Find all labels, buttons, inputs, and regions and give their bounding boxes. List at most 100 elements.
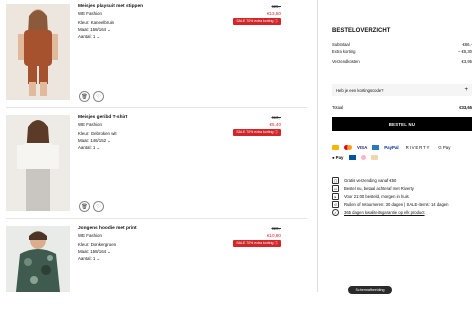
applepay-icon: Pay [335,155,344,160]
total-value: €33,65 [459,105,472,110]
sale-badge: SALE 70% extra korting ⓘ [233,129,281,136]
info-icon: ⓘ [274,241,279,245]
chevron-down-icon: ⌄ [96,256,101,261]
chevron-down-icon: ⌄ [107,138,111,143]
sale-badge: SALE 70% extra korting ⓘ [233,18,281,25]
usp-text: Ruilen of retourneren: 30 dagen | SALE-i… [344,202,449,207]
usp-text: Gratis verzending vanaf €50 [344,178,397,183]
item-name[interactable]: Jongens hoodie met print [78,226,137,231]
column-divider [317,0,318,292]
card-icon: ▭ [332,185,339,192]
heart-icon: ♡ [96,93,101,100]
item-brand: WE Fashion [78,11,102,16]
usp-item: ▭ Bestel nu, betaal achteraf met Riverty [332,185,414,192]
coupon-label: Heb je een kortingscode? [336,87,384,93]
old-price: €20,- [271,226,281,231]
item-prices: €10,- €5,40 [221,115,282,127]
bancontact-icon [349,155,357,160]
truck-icon: ▸ [332,193,339,200]
info-icon: ⓘ [274,130,279,134]
sale-price: €10,80 [266,233,281,238]
plus-icon: + [464,87,468,93]
item-divider [6,218,307,219]
cart-item: Meisjes playsuit met stippen WE Fashion … [0,4,317,112]
usp-item: ↺ Ruilen of retourneren: 30 dagen | SALE-… [332,201,448,208]
order-now-button[interactable]: BESTEL NU [332,117,472,131]
item-brand: WE Fashion [78,122,102,127]
riverty-icon: RIVERTY [405,145,431,150]
info-icon: ⓘ [274,19,279,23]
cart-item: Jongens hoodie met print WE Fashion Kleu… [0,226,317,334]
old-price: €25,- [271,4,281,9]
quantity-select[interactable]: Aantal: 1⌄ [78,34,100,40]
cart-items: Meisjes playsuit met stippen WE Fashion … [0,0,317,292]
mastercard-icon [344,145,352,150]
apple-icon: ● [332,155,335,160]
usp-link[interactable]: 365 dagen kwaliteitsgarantie op elk prod… [344,210,425,215]
klarna-icon [361,155,367,160]
item-brand: WE Fashion [78,233,102,238]
delete-button[interactable]: 🗑 [79,91,90,102]
item-name[interactable]: Meisjes playsuit met stippen [78,4,143,9]
size-select[interactable]: Maat: 158/164⌄ [78,249,111,255]
sale-badge-label: SALE 70% extra korting [236,19,274,23]
product-image[interactable] [6,4,70,100]
item-color: Kleur: Gebroken wit [78,131,117,136]
shipping-row: Verzendkosten €3,95 [332,59,472,64]
usp-text: Bestel nu, betaal achteraf met Riverty [344,186,414,191]
chevron-down-icon: ⌄ [96,34,101,39]
product-image[interactable] [6,226,70,292]
gpay-icon: G Pay [438,145,451,150]
usp-text: Voor 21:00 besteld, morgen in huis [344,194,409,199]
sale-badge-label: SALE 70% extra korting [236,241,274,245]
heart-icon: ♡ [96,203,101,210]
quantity-label: Aantal: 1 [78,256,96,261]
quantity-select[interactable]: Aantal: 1⌄ [78,256,100,262]
payment-methods: VISA PayPal RIVERTY G Pay [332,145,450,150]
sale-price: €5,40 [269,122,282,127]
old-price: €10,- [271,115,281,120]
subtotal-value: €66,- [462,42,472,47]
chevron-down-icon: ⌄ [107,249,111,254]
trash-icon: 🗑 [81,93,88,100]
subtotal-label: Subtotaal [332,42,350,47]
usp-item[interactable]: ✓ 365 dagen kwaliteitsgarantie op elk pro… [332,209,425,216]
total-row: Totaal €33,65 [332,105,472,110]
quantity-label: Aantal: 1 [78,145,96,150]
summary-title: BESTELOVERZICHT [332,28,391,34]
discount-value: – €5,30 [458,49,472,54]
usp-item: ▢ Gratis verzending vanaf €50 [332,177,396,184]
item-name[interactable]: Meisjes geribd T-shirt [78,115,127,120]
product-image[interactable] [6,115,70,211]
item-prices: €25,- €13,50 [221,4,281,16]
cart-item: Meisjes geribd T-shirt WE Fashion Kleur:… [0,115,317,223]
delete-button[interactable]: 🗑 [79,201,90,212]
size-label: Maat: 158/164 [78,27,107,32]
check-icon: ✓ [332,209,339,216]
giftcard-icon [371,155,379,160]
size-select[interactable]: Maat: 158/164⌄ [78,27,111,33]
subtotal-row: Subtotaal €66,- [332,42,472,47]
shipping-label: Verzendkosten [332,59,360,64]
item-divider [6,107,307,108]
wishlist-button[interactable]: ♡ [93,201,104,212]
size-select[interactable]: Maat: 146/152⌄ [78,138,111,144]
size-label: Maat: 158/164 [78,249,107,254]
wishlist-button[interactable]: ♡ [93,91,104,102]
usp-item: ▸ Voor 21:00 besteld, morgen in huis [332,193,409,200]
payment-methods-secondary: ● Pay [332,155,379,160]
order-summary: BESTELOVERZICHT Subtotaal €66,- Extra ko… [332,0,472,292]
item-prices: €20,- €10,80 [221,226,281,238]
size-label: Maat: 146/152 [78,138,107,143]
coupon-toggle[interactable]: Heb je een kortingscode? + [332,84,472,96]
paypal-icon: PayPal [384,145,399,150]
sale-badge: SALE 70% extra korting ⓘ [233,240,281,247]
box-icon: ▢ [332,177,339,184]
sale-badge-label: SALE 70% extra korting [236,130,274,134]
visa-icon: VISA [357,145,368,150]
sale-price: €13,50 [266,11,281,16]
total-label: Totaal [332,105,344,110]
discount-row: Extra korting – €5,30 [332,49,472,54]
chevron-down-icon: ⌄ [107,27,111,32]
quantity-select[interactable]: Aantal: 1⌄ [78,145,100,151]
